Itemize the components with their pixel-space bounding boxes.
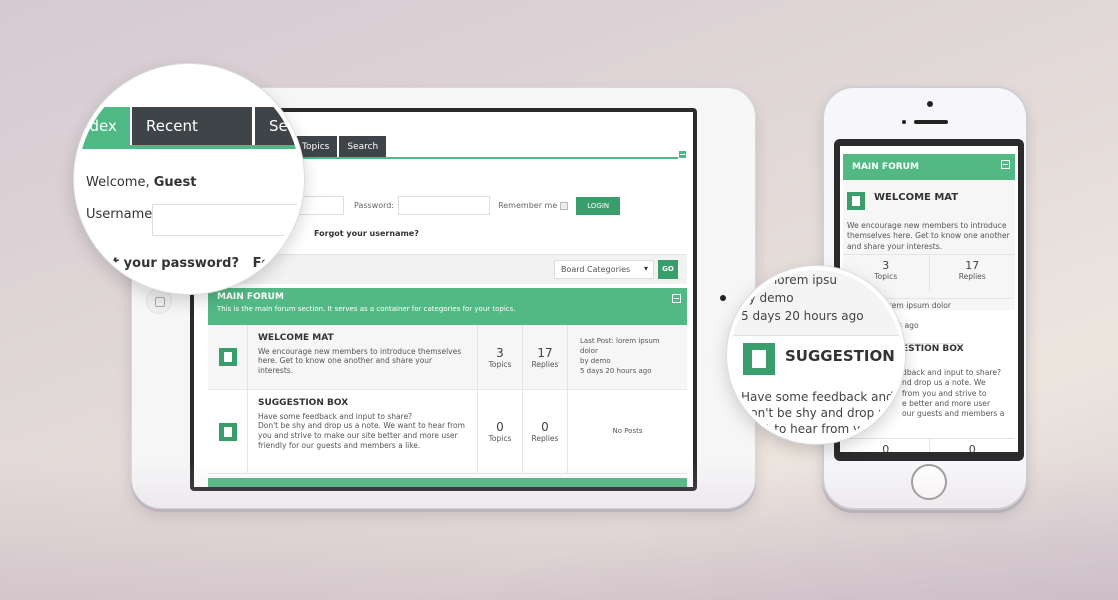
replies-count: 17 [965,259,980,272]
board-categories-select[interactable]: Board Categories [554,260,654,279]
replies-label: Replies [531,359,559,369]
last-post-none: No Posts [612,426,643,435]
remember-label: Remember me [498,201,558,210]
category-description: We encourage new members to introduce th… [847,221,1010,251]
desc-line: Don't be shy and drop u [741,406,886,420]
forgot-password-text[interactable]: ot your password? [104,256,239,271]
phone-home-button [911,464,947,500]
category-title[interactable]: WELCOME MAT [874,192,958,203]
category-row[interactable]: SUGGESTION BOX Have some feedback and in… [208,390,687,474]
login-button[interactable]: LOGIN [576,196,621,215]
category-row[interactable]: WELCOME MAT We encourage new members to … [208,325,687,390]
forum-header: MAIN FORUM This is the main forum sectio… [208,288,687,325]
category-title[interactable]: WELCOME MAT [258,333,467,345]
last-post-link[interactable]: Post: lorem ipsu [741,273,837,287]
forum-title: MAIN FORUM [217,292,284,302]
category-description: dback and input to share? nd drop us a n… [902,368,1012,419]
magnifier-suggestion: Post: lorem ipsu by demo 5 days 20 hours… [727,266,905,444]
desc-line: nd drop us a note. We [902,378,986,388]
forgot-password-link[interactable]: ot your password? Forg [104,256,286,271]
topics-count: 0 [496,420,504,434]
tablet-camera [720,295,726,301]
last-post-time: rs ago [895,321,919,330]
replies-count: 0 [968,443,976,452]
welcome-user: Guest [153,175,197,190]
topics-count: 0 [882,443,890,452]
category-description: Don't be shy and drop us a note. We want… [258,421,465,450]
remember-checkbox[interactable] [560,201,569,210]
tab-index[interactable]: ndex [78,107,130,145]
magnifier-login: ndex Recent Topics Se Welcome, Guest Use… [74,64,304,294]
password-label: Password: [354,201,395,210]
replies-count: 17 [537,345,553,360]
tab-search[interactable]: Search [339,136,387,158]
forum-description: This is the main forum section. It serve… [217,305,516,313]
desc-line: e better and more user [902,398,991,408]
welcome-message: Welcome, Guest [86,175,196,190]
tab-recent-topics[interactable]: Recent Topics [132,107,252,173]
document-icon [847,192,865,210]
desc-line: dback and input to share? [902,368,1002,377]
next-forum-header [208,478,687,487]
category-title[interactable]: ESTION BOX [902,343,964,354]
last-post-time: 5 days 20 hours ago [741,309,864,323]
topics-count: 3 [496,345,504,360]
desc-line: want to hear from yo [741,422,868,436]
username-label: Username: [86,207,157,222]
password-input[interactable] [398,196,491,215]
document-icon [218,348,237,366]
phone-camera [927,101,933,107]
last-post-author: by demo [580,357,611,365]
desc-line: from you and strive to [902,388,987,398]
category-description-line1: Have some feedback and input to share? [258,411,413,421]
document-icon [743,343,775,375]
replies-label: Replies [531,434,559,443]
category-title[interactable]: SUGGESTION BOX [258,398,467,410]
last-post-link[interactable]: Last Post: lorem ipsum dolor [580,337,675,357]
forum-header: MAIN FORUM [843,154,1015,180]
username-input[interactable] [152,204,298,236]
document-icon [218,422,237,441]
collapse-icon[interactable] [1001,160,1010,169]
topics-label: Topics [488,359,512,369]
forgot-username-text[interactable]: Forg [253,256,286,271]
tab-search[interactable]: Se [255,107,300,145]
forgot-username-link[interactable]: Forgot your username? [314,229,419,238]
collapse-icon[interactable] [678,150,687,159]
replies-label: Replies [958,272,986,281]
category-description: We encourage new members to introduce th… [258,346,462,376]
go-button[interactable]: GO [658,260,678,279]
last-post-author: by demo [741,291,794,305]
category-stats: 0 0 [843,438,1015,452]
category-title[interactable]: SUGGESTION BO [785,347,901,365]
phone-sensor [902,120,906,124]
forum-title: MAIN FORUM [852,162,919,172]
last-post-time: 5 days 20 hours ago [580,366,652,375]
phone-speaker [914,120,948,124]
last-post-link[interactable]: lorem ipsum dolor [882,298,1012,311]
desc-line: our guests and members a [902,409,1005,418]
tabs-underline [78,145,300,149]
replies-count: 0 [541,420,549,434]
welcome-prefix: Welcome, [86,175,154,190]
desc-line: Have some feedback and [741,390,894,404]
topics-label: Topics [488,434,512,443]
collapse-icon[interactable] [672,294,681,303]
